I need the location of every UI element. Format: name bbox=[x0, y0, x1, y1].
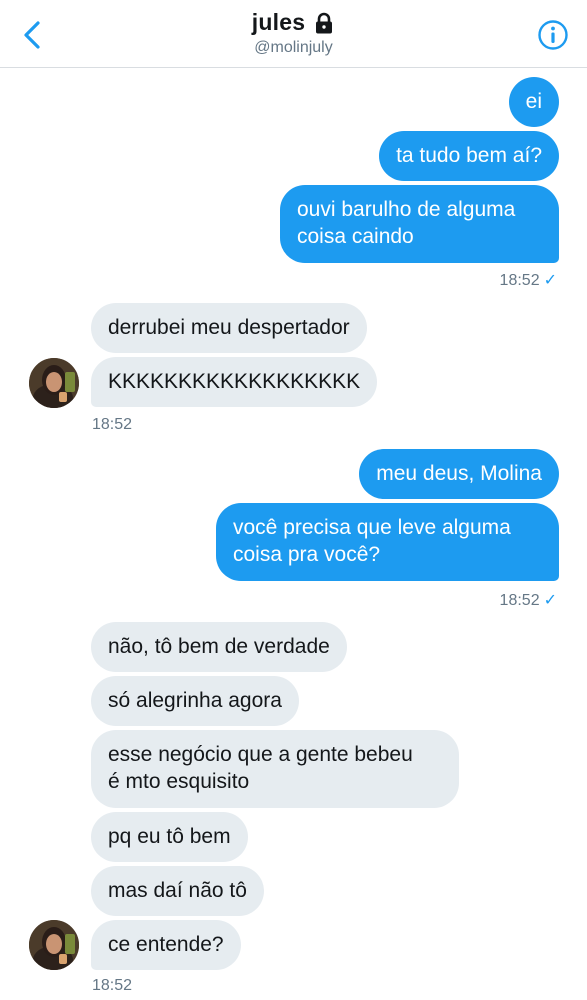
lock-icon bbox=[316, 12, 333, 33]
message-bubble-incoming[interactable]: ce entende? bbox=[91, 920, 241, 970]
message-bubble-outgoing[interactable]: ei bbox=[508, 77, 559, 127]
contact-handle: @molinjuly bbox=[254, 39, 333, 56]
message-bubble-outgoing[interactable]: ta tudo bem aí? bbox=[379, 131, 559, 181]
checkmark-icon: ✓ bbox=[543, 592, 557, 609]
message-bubble-outgoing[interactable]: ouvi barulho de alguma coisa caindo bbox=[280, 185, 559, 263]
info-button[interactable] bbox=[537, 19, 569, 51]
message-bubble-outgoing[interactable]: você precisa que leve alguma coisa pra v… bbox=[216, 503, 559, 581]
avatar-image bbox=[29, 920, 79, 970]
message-bubble-outgoing[interactable]: meu deus, Molina bbox=[359, 449, 559, 499]
message-timestamp: 18:52 bbox=[92, 977, 133, 994]
message-bubble-incoming[interactable]: derrubei meu despertador bbox=[91, 303, 367, 353]
message-bubble-incoming[interactable]: pq eu tô bem bbox=[91, 812, 248, 862]
message-timestamp: 18:52 bbox=[92, 416, 133, 433]
message-bubble-incoming[interactable]: não, tô bem de verdade bbox=[91, 622, 347, 672]
avatar[interactable] bbox=[29, 358, 79, 408]
timestamp-text: 18:52 bbox=[499, 592, 540, 609]
message-timestamp: 18:52 ✓ bbox=[500, 270, 557, 290]
conversation-header: jules @molinjuly bbox=[0, 0, 587, 68]
conversation-title-block[interactable]: jules @molinjuly bbox=[0, 9, 587, 57]
message-bubble-incoming[interactable]: só alegrinha agora bbox=[91, 676, 299, 726]
message-bubble-incoming[interactable]: mas daí não tô bbox=[91, 866, 264, 916]
message-timestamp: 18:52 ✓ bbox=[500, 590, 557, 610]
timestamp-text: 18:52 bbox=[499, 272, 540, 289]
dm-conversation-screen: jules @molinjuly ei ta tudo bem aí? ouvi… bbox=[0, 0, 587, 1000]
avatar-image bbox=[29, 358, 79, 408]
message-bubble-incoming[interactable]: KKKKKKKKKKKKKKKKKK bbox=[91, 357, 378, 407]
info-icon bbox=[538, 20, 568, 50]
contact-name: jules bbox=[251, 9, 306, 35]
checkmark-icon: ✓ bbox=[543, 272, 557, 289]
message-bubble-incoming[interactable]: esse negócio que a gente bebeu é mto esq… bbox=[91, 730, 459, 808]
avatar[interactable] bbox=[29, 920, 79, 970]
